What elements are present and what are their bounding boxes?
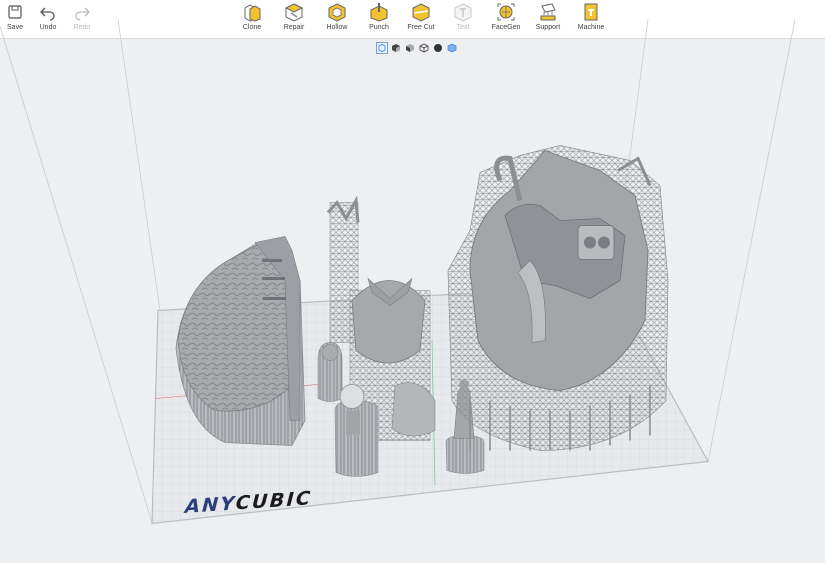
brand-part1: ANY — [182, 492, 239, 518]
model-rock-diorama[interactable] — [175, 236, 306, 446]
model-small-bust[interactable] — [317, 342, 343, 402]
model-large-machine[interactable] — [447, 145, 669, 451]
3d-viewport[interactable] — [0, 0, 825, 563]
